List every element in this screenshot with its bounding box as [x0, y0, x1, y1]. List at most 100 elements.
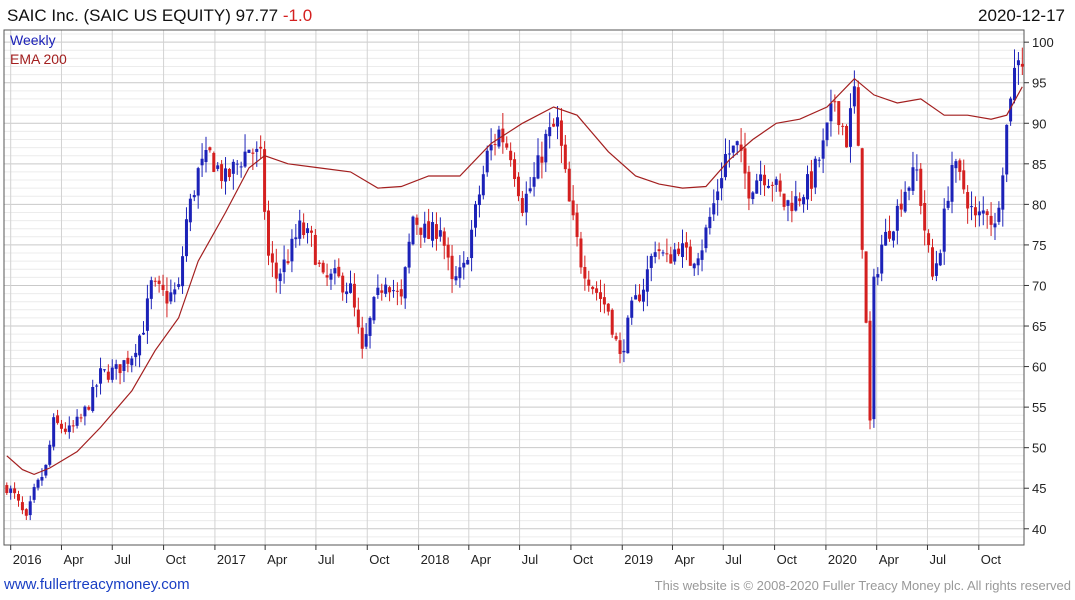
candle-body: [372, 297, 376, 321]
candle-body: [809, 171, 813, 189]
candle-body: [196, 168, 200, 196]
candle: [704, 224, 708, 253]
candle-body: [903, 191, 907, 212]
candle: [841, 123, 845, 136]
candle: [837, 101, 841, 135]
candle: [177, 277, 181, 290]
candle: [20, 496, 24, 515]
candle-body: [614, 336, 618, 340]
candle-body: [454, 276, 458, 281]
candle: [958, 158, 962, 181]
x-tick-label: 2020: [828, 552, 857, 567]
x-tick-label: Jul: [522, 552, 539, 567]
candle-body: [1016, 60, 1020, 66]
candle-body: [438, 230, 442, 237]
candle-body: [403, 267, 407, 299]
candle: [1009, 96, 1013, 126]
candle-body: [356, 309, 360, 328]
candle-body: [825, 122, 829, 141]
candle-body: [184, 219, 188, 257]
candle-body: [583, 267, 587, 279]
candle-body: [837, 101, 841, 126]
candle-body: [595, 288, 599, 293]
candle: [368, 316, 372, 349]
candle: [641, 278, 645, 312]
candle: [470, 219, 474, 272]
candle-body: [540, 156, 544, 163]
candle-body: [782, 193, 786, 207]
candle-body: [934, 263, 938, 276]
candle: [122, 359, 126, 383]
candle-body: [669, 254, 673, 264]
candle-body: [677, 248, 681, 255]
candle: [552, 118, 556, 128]
candle-body: [884, 231, 888, 246]
x-tick-label: 2017: [217, 552, 246, 567]
candle-body: [329, 273, 333, 280]
candle-body: [95, 385, 99, 387]
candle: [598, 279, 602, 313]
candle: [270, 241, 274, 278]
candle-body: [532, 177, 536, 187]
candle-body: [649, 255, 653, 268]
x-tick-label: Oct: [166, 552, 187, 567]
candle-body: [872, 276, 876, 420]
candle-body: [59, 423, 63, 429]
candle-body: [852, 86, 856, 107]
candle: [298, 209, 302, 246]
candle: [56, 409, 60, 425]
candle: [739, 128, 743, 163]
candle: [9, 485, 13, 500]
candle-body: [263, 149, 267, 212]
candle-body: [446, 244, 450, 258]
candle-body: [294, 237, 298, 240]
candle-body: [641, 289, 645, 302]
candle-body: [981, 210, 985, 214]
candle-body: [286, 261, 290, 264]
candle-body: [977, 211, 981, 216]
candle: [83, 405, 87, 426]
candle-body: [802, 197, 806, 205]
candle-body: [462, 262, 466, 268]
candle: [790, 190, 794, 223]
copyright-notice: This website is © 2008-2020 Fuller Treac…: [654, 578, 1071, 593]
candle: [591, 285, 595, 295]
candle-body: [692, 263, 696, 269]
candle: [87, 405, 91, 411]
candle: [141, 321, 145, 336]
candle: [231, 159, 235, 190]
candle-body: [552, 123, 556, 127]
candle: [442, 227, 446, 260]
candle-body: [157, 280, 161, 284]
candle-body: [970, 206, 974, 208]
candle-body: [118, 364, 122, 374]
candle-body: [20, 502, 24, 511]
candle: [528, 176, 532, 194]
candle: [763, 165, 767, 197]
candle-body: [399, 289, 403, 297]
candle: [63, 422, 67, 435]
candle: [696, 252, 700, 276]
candle-body: [942, 208, 946, 252]
candle: [333, 259, 337, 285]
candle-body: [505, 143, 509, 148]
candle-body: [349, 283, 353, 293]
candle: [743, 132, 747, 190]
y-tick-label: 60: [1032, 360, 1046, 375]
candle-body: [388, 287, 392, 293]
candle: [571, 185, 575, 221]
candle-body: [763, 174, 767, 186]
y-tick-label: 75: [1032, 238, 1046, 253]
candle-body: [888, 230, 892, 239]
candle-body: [411, 216, 415, 245]
candle-body: [548, 127, 552, 137]
candle-body: [298, 220, 302, 239]
candles: [5, 47, 1024, 521]
candle: [24, 508, 28, 521]
y-tick-label: 85: [1032, 157, 1046, 172]
candle-body: [114, 364, 118, 369]
candle: [263, 141, 267, 220]
candle-body: [306, 228, 310, 234]
candle-body: [876, 274, 880, 278]
website-link[interactable]: www.fullertreacymoney.com: [4, 576, 190, 593]
